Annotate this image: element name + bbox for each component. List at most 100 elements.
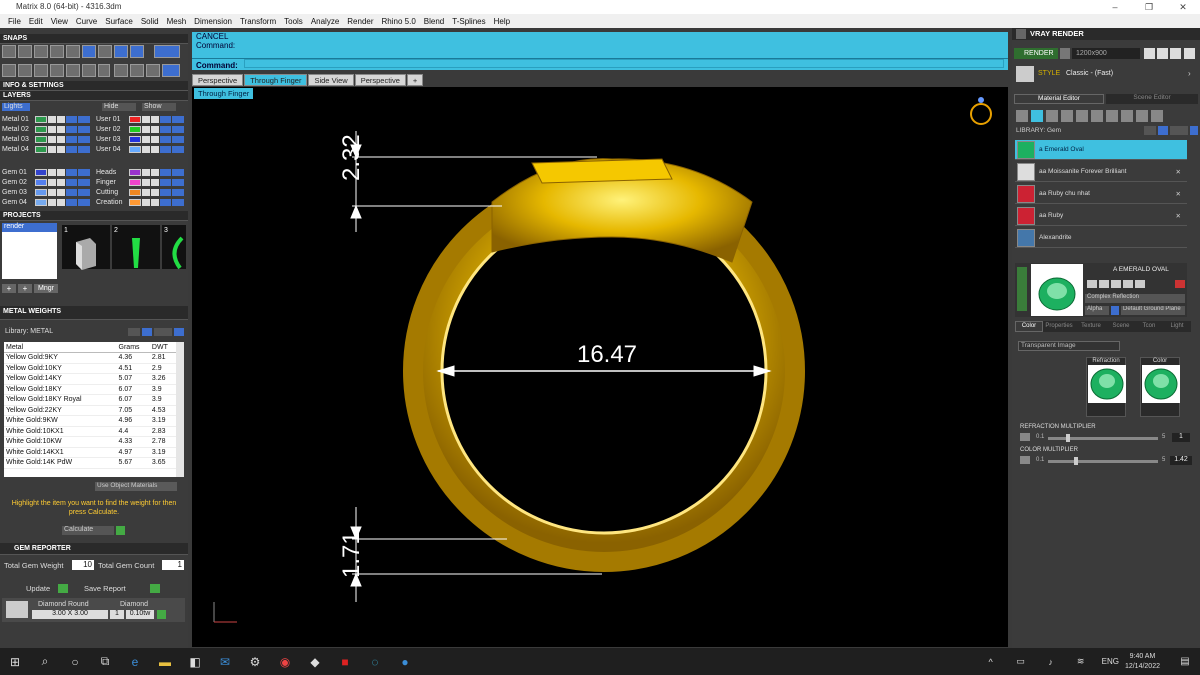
table-row[interactable]: White Gold:14KX1 4.97 3.19	[4, 447, 176, 458]
rhino-icon[interactable]: ◆	[304, 653, 326, 671]
layer-color-swatch[interactable]	[34, 146, 48, 153]
layer-row[interactable]: Creation	[96, 198, 184, 207]
lights-layer[interactable]: Lights	[2, 103, 30, 111]
layer-lock-icon[interactable]	[57, 146, 65, 153]
layer-info-icon[interactable]	[172, 189, 184, 196]
layer-row[interactable]: Metal 02	[2, 125, 90, 134]
light-icon[interactable]	[1151, 110, 1163, 122]
zalo-icon[interactable]: ●	[394, 653, 416, 671]
snap-perp-icon[interactable]	[98, 45, 112, 58]
task-view-icon[interactable]: ⧉	[94, 653, 116, 671]
menu-tools[interactable]: Tools	[280, 17, 307, 26]
layer-row[interactable]: User 04	[96, 145, 184, 154]
windows-start-icon[interactable]: ⊞	[4, 653, 26, 671]
layer-select-icon[interactable]	[65, 126, 78, 133]
layer-color-swatch[interactable]	[34, 199, 48, 206]
table-row[interactable]: Yellow Gold:18KY 6.07 3.9	[4, 384, 176, 395]
layer-info-icon[interactable]	[172, 116, 184, 123]
layer-color-swatch[interactable]	[34, 179, 48, 186]
step-02-button[interactable]	[130, 64, 144, 77]
layer-lock-icon[interactable]	[57, 169, 65, 176]
snap-tan-icon[interactable]	[114, 45, 128, 58]
layer-select-icon[interactable]	[65, 146, 78, 153]
layer-lock-icon[interactable]	[151, 126, 159, 133]
layer-lock-icon[interactable]	[57, 189, 65, 196]
layer-select-icon[interactable]	[65, 169, 78, 176]
menu-solid[interactable]: Solid	[137, 17, 163, 26]
snap-cen-icon[interactable]	[66, 45, 80, 58]
color-gear-icon[interactable]	[1020, 456, 1030, 464]
step-10-button[interactable]	[146, 64, 160, 77]
layer-info-icon[interactable]	[78, 136, 90, 143]
matrix-icon[interactable]: ■	[334, 653, 356, 671]
preview-refresh-icon[interactable]	[1175, 280, 1185, 288]
layer-info-icon[interactable]	[78, 146, 90, 153]
project-thumb-3[interactable]: 3	[162, 225, 186, 270]
snap-toggle-button[interactable]	[154, 45, 180, 58]
calculate-go-icon[interactable]	[116, 526, 125, 535]
menu-analyze[interactable]: Analyze	[307, 17, 343, 26]
layer-visibility-icon[interactable]	[142, 136, 151, 143]
snap-point-icon[interactable]	[34, 45, 48, 58]
project-thumb-2[interactable]: 2	[112, 225, 160, 269]
layer-select-icon[interactable]	[159, 189, 172, 196]
refraction-swatch[interactable]: Refraction	[1086, 357, 1126, 417]
layer-select-icon[interactable]	[65, 136, 78, 143]
tab-material-editor[interactable]: Material Editor	[1014, 94, 1104, 104]
layer-row[interactable]: Heads	[96, 168, 184, 177]
col-dwt[interactable]: DWT	[149, 342, 176, 353]
hide-button[interactable]: Hide	[102, 103, 136, 111]
use-object-materials-checkbox[interactable]: Use Object Materials	[95, 482, 177, 491]
layer-select-icon[interactable]	[65, 116, 78, 123]
project-render[interactable]: render	[2, 223, 57, 232]
snap-quad-icon[interactable]	[130, 45, 144, 58]
calculate-button[interactable]: Calculate	[62, 526, 114, 535]
layer-color-swatch[interactable]	[128, 169, 142, 176]
metal-weights-table[interactable]: Metal Grams DWT Yellow Gold:9KY 4.36 2.81 Y…	[4, 342, 184, 477]
ring-view-icon[interactable]	[970, 97, 992, 125]
render-option-3-icon[interactable]	[1170, 48, 1181, 59]
grid-map-icon[interactable]	[1091, 110, 1103, 122]
layer-info-icon[interactable]	[172, 146, 184, 153]
drop-icon[interactable]	[1016, 110, 1028, 122]
layer-lock-icon[interactable]	[57, 136, 65, 143]
layer-row[interactable]: Cutting	[96, 188, 184, 197]
subtab-scene[interactable]: Scene	[1107, 321, 1135, 332]
table-row[interactable]: Yellow Gold:14KY 5.07 3.26	[4, 373, 176, 385]
wifi-icon[interactable]: ≋	[1070, 653, 1092, 671]
layer-visibility-icon[interactable]	[142, 179, 151, 186]
layer-visibility-icon[interactable]	[142, 189, 151, 196]
refraction-slider-handle[interactable]	[1066, 434, 1070, 442]
subtab-texture[interactable]: Texture	[1075, 321, 1107, 332]
color-swatch[interactable]: Color	[1140, 357, 1180, 417]
layer-visibility-icon[interactable]	[142, 146, 151, 153]
layer-row[interactable]: Gem 01	[2, 168, 90, 177]
layer-row[interactable]: User 02	[96, 125, 184, 134]
layer-info-icon[interactable]	[78, 126, 90, 133]
layer-lock-icon[interactable]	[151, 189, 159, 196]
layer-select-icon[interactable]	[159, 126, 172, 133]
refraction-slider[interactable]	[1048, 437, 1158, 440]
preview-tool-4-icon[interactable]	[1123, 280, 1133, 288]
layer-visibility-icon[interactable]	[48, 126, 57, 133]
render-option-1-icon[interactable]	[1144, 48, 1155, 59]
layer-color-swatch[interactable]	[128, 126, 142, 133]
vray-user-button[interactable]	[1170, 126, 1188, 135]
menu-help[interactable]: Help	[490, 17, 514, 26]
tab-side-view[interactable]: Side View	[308, 74, 354, 86]
minimize-button[interactable]: –	[1098, 0, 1132, 14]
table-row[interactable]: Yellow Gold:18KY Royal 6.07 3.9	[4, 394, 176, 406]
layer-row[interactable]: Metal 03	[2, 135, 90, 144]
table-row[interactable]: Yellow Gold:10KY 4.51 2.9	[4, 363, 176, 374]
layer-color-swatch[interactable]	[34, 136, 48, 143]
color-slider[interactable]	[1048, 460, 1158, 463]
layer-row[interactable]: Metal 04	[2, 145, 90, 154]
gem-go-icon[interactable]	[157, 610, 166, 619]
tab-perspective-2[interactable]: Perspective	[354, 74, 406, 86]
layer-info-icon[interactable]	[78, 169, 90, 176]
layer-row[interactable]: Gem 02	[2, 178, 90, 187]
menu-mesh[interactable]: Mesh	[163, 17, 191, 26]
project-list[interactable]: render	[2, 223, 57, 279]
material-remove-icon[interactable]: ✕	[1176, 212, 1181, 220]
menu-view[interactable]: View	[47, 17, 72, 26]
